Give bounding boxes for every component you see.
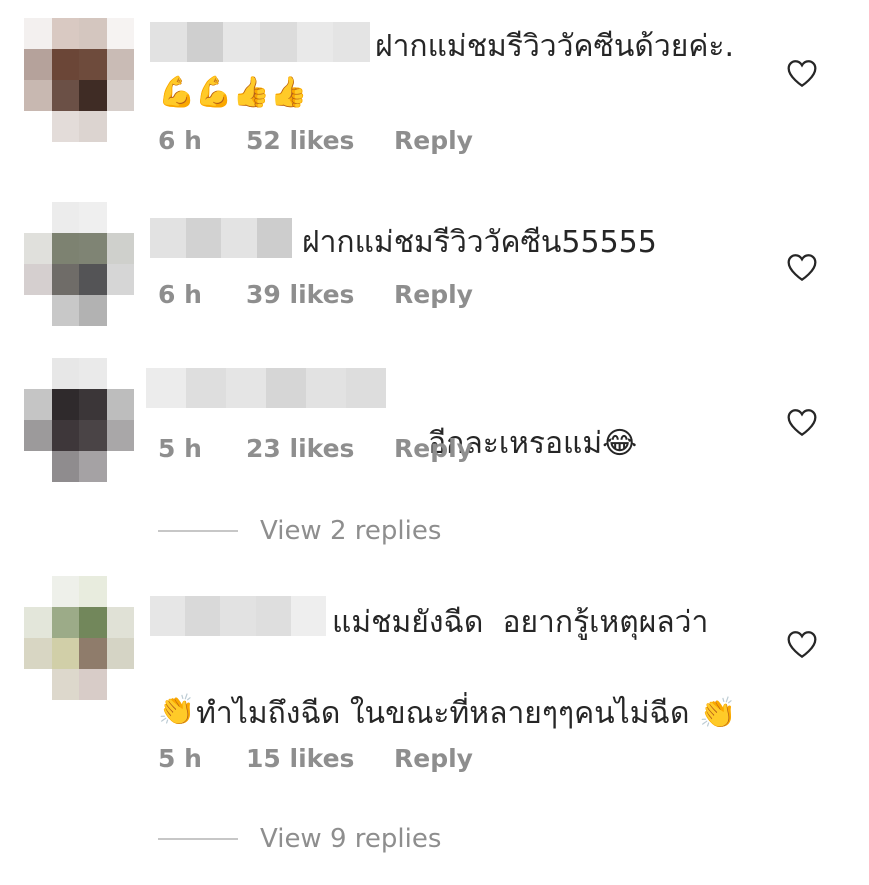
heart-outline-icon[interactable] — [786, 58, 818, 88]
username-blurred[interactable] — [150, 22, 371, 62]
clapping-emoji: 👏 — [699, 696, 737, 731]
username-blurred[interactable] — [150, 218, 292, 258]
comment-text: ฝากแม่ชมรีวิววัคซีน55555 — [302, 225, 657, 260]
heart-outline-icon[interactable] — [786, 252, 818, 282]
username-blurred[interactable] — [150, 596, 327, 636]
comment-text: แม่ชมยังฉีด อยากรู้เหตุผลว่า — [332, 605, 709, 640]
divider-line — [158, 838, 238, 840]
comment-emojis: 💪💪👍👍 — [158, 75, 308, 110]
heart-outline-icon[interactable] — [786, 629, 818, 659]
username-blurred[interactable] — [146, 368, 386, 408]
comment-meta: 5 h 23 likes Reply — [158, 434, 473, 463]
view-replies-label[interactable]: View 2 replies — [260, 516, 441, 546]
view-replies-label[interactable]: View 9 replies — [260, 824, 441, 854]
likes-count[interactable]: 15 likes — [246, 744, 394, 773]
comment-time: 6 h — [158, 280, 202, 309]
heart-outline-icon[interactable] — [786, 407, 818, 437]
view-replies-button[interactable]: View 9 replies — [158, 824, 441, 854]
clapping-emoji: 👏 — [158, 693, 196, 728]
view-replies-button[interactable]: View 2 replies — [158, 516, 441, 546]
comment-meta: 6 h 52 likes Reply — [158, 126, 473, 155]
likes-count[interactable]: 39 likes — [246, 280, 394, 309]
likes-count[interactable]: 52 likes — [246, 126, 394, 155]
divider-line — [158, 530, 238, 532]
reply-button[interactable]: Reply — [394, 126, 473, 155]
laughing-emoji: 😂 — [602, 426, 638, 461]
comment-meta: 6 h 39 likes Reply — [158, 280, 473, 309]
reply-button[interactable]: Reply — [394, 434, 473, 463]
comment-time: 5 h — [158, 434, 202, 463]
avatar[interactable] — [24, 202, 134, 326]
reply-button[interactable]: Reply — [394, 744, 473, 773]
comment-meta: 5 h 15 likes Reply — [158, 744, 473, 773]
comment-text: ฝากแม่ชมรีวิววัคซีนด้วยค่ะ. — [375, 29, 735, 64]
reply-button[interactable]: Reply — [394, 280, 473, 309]
avatar[interactable] — [24, 358, 134, 482]
avatar[interactable] — [24, 576, 134, 700]
comment-time: 6 h — [158, 126, 202, 155]
avatar[interactable] — [24, 18, 134, 142]
comment-time: 5 h — [158, 744, 202, 773]
likes-count[interactable]: 23 likes — [246, 434, 394, 463]
